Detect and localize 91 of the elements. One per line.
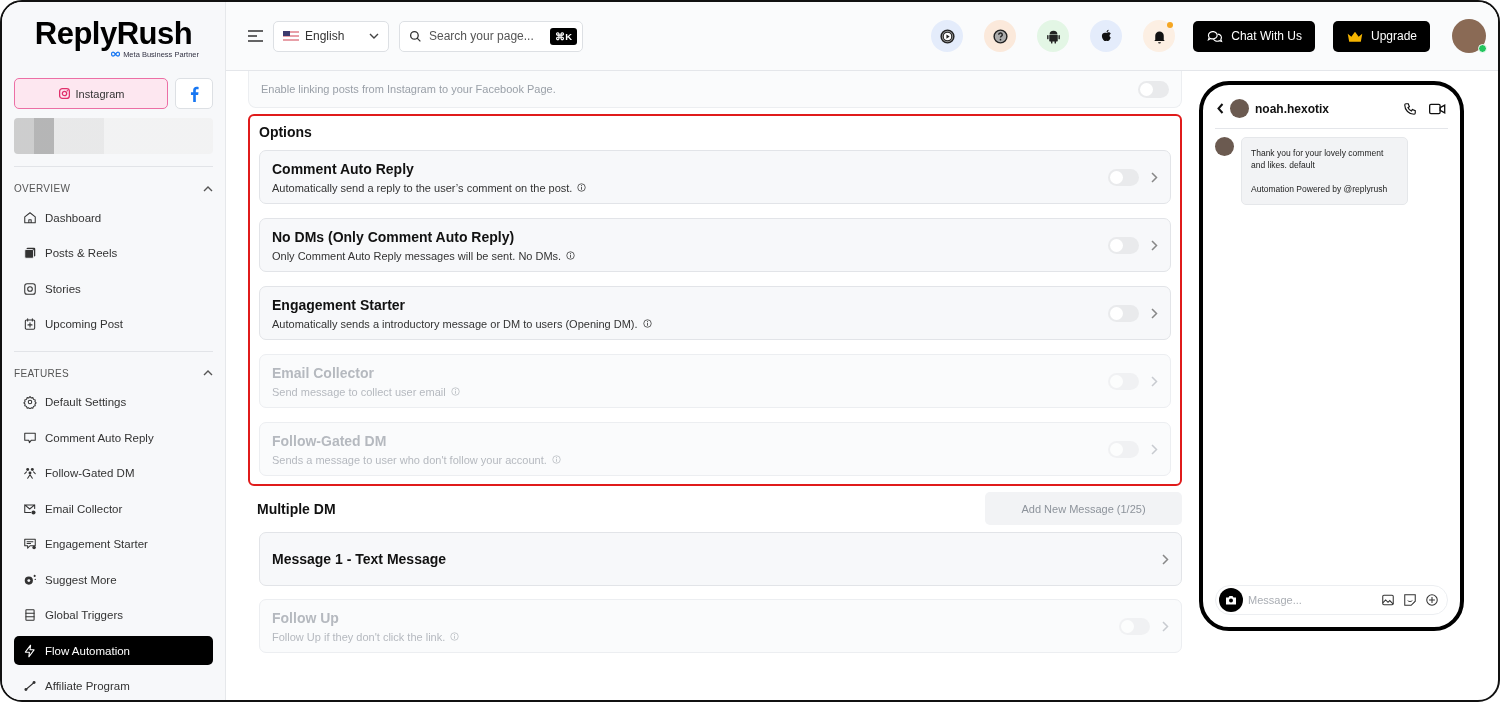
envelope-icon	[23, 501, 37, 516]
option-description: Sends a message to user who don't follow your account.	[272, 453, 547, 466]
info-icon	[551, 455, 561, 464]
option-title: No DMs (Only Comment Auto Reply)	[272, 228, 516, 245]
flag-icon	[283, 31, 299, 41]
camera-square-icon	[57, 87, 71, 100]
chevron-up-icon[interactable]	[203, 370, 213, 376]
option-title: Email Collector	[272, 364, 375, 381]
search-icon	[409, 29, 422, 43]
brand-logo: ReplyRush	[34, 17, 193, 50]
chevron-right-icon	[1151, 375, 1158, 387]
calendar-plus-icon	[23, 317, 37, 331]
section-heading: OVERVIEW	[14, 183, 71, 194]
help-icon[interactable]	[991, 27, 1009, 45]
info-icon	[566, 251, 576, 260]
letter-f-icon	[189, 85, 199, 102]
chevron-right-icon[interactable]	[1151, 239, 1158, 251]
option-description: Send message to collect user email	[272, 385, 446, 398]
play-circle-icon[interactable]	[938, 27, 956, 45]
chevron-up-icon[interactable]	[203, 185, 213, 192]
camera-icon	[1225, 595, 1237, 605]
info-icon	[642, 319, 652, 328]
menu-icon[interactable]	[248, 30, 263, 42]
option-description: Automatically send a reply to the user’s comment on the post.	[272, 181, 573, 194]
sidebar-item[interactable]: Default Settings	[14, 387, 213, 417]
section-title: Options	[259, 124, 313, 140]
sidebar-item[interactable]: Stories	[14, 274, 213, 303]
camera-square-icon	[23, 281, 37, 296]
info-icon	[450, 632, 460, 641]
info-icon	[450, 387, 460, 396]
sidebar-item[interactable]: Global Triggers	[14, 600, 213, 630]
sidebar-item[interactable]: Email Collector	[14, 494, 213, 523]
user-avatar[interactable]	[1452, 19, 1486, 53]
facebook-tab[interactable]	[175, 78, 213, 109]
plus-circle-icon[interactable]	[1425, 593, 1439, 607]
option-card[interactable]: Message 1 - Text Message	[259, 532, 1182, 586]
instagram-tab[interactable]: Instagram	[14, 78, 168, 109]
sidebar-item[interactable]: Suggest More	[14, 565, 213, 594]
sidebar-item[interactable]: Follow-Gated DM	[14, 458, 213, 488]
option-card[interactable]: Engagement Starter Automatically sends a introductory message or DM to users (Opening DM).	[259, 286, 1171, 340]
option-title: Message 1 - Text Message	[272, 551, 448, 567]
settings-icon	[23, 395, 37, 409]
chevron-right-icon[interactable]	[1162, 553, 1169, 565]
sidebar-item[interactable]: Flow Automation	[14, 636, 213, 665]
sidebar-item[interactable]: Upcoming Post	[14, 309, 213, 339]
setting-description: Enable linking posts from Instagram to your Facebook Page.	[261, 83, 556, 95]
chevron-right-icon	[1162, 620, 1169, 632]
video-camera-icon[interactable]	[1429, 102, 1446, 115]
gear-sparkle-icon	[23, 572, 37, 587]
message-field[interactable]: Message...	[1215, 585, 1448, 615]
image-stack-icon	[23, 246, 37, 260]
share-icon	[23, 679, 37, 693]
option-description: Only Comment Auto Reply messages will be sent. No DMs.	[272, 249, 562, 262]
people-icon	[23, 466, 37, 480]
option-title: Comment Auto Reply	[272, 160, 415, 177]
chevron-down-icon	[369, 33, 379, 39]
option-title: Follow-Gated DM	[272, 432, 388, 449]
sidebar-item[interactable]: Dashboard	[14, 203, 213, 232]
image-icon[interactable]	[1381, 593, 1395, 607]
message-bubble: Thank you for your lovely comment and likes. default Automation Powered by @replyrush	[1241, 137, 1408, 205]
info-icon	[577, 183, 587, 192]
sidebar-item[interactable]: Comment Auto Reply	[14, 423, 213, 452]
message-lines-icon	[23, 537, 37, 551]
profile-avatar	[1230, 99, 1249, 118]
list-icon	[23, 608, 37, 622]
option-description: Automatically sends a introductory message or DM to users (Opening DM).	[272, 317, 638, 330]
sidebar-item[interactable]: Engagement Starter	[14, 529, 213, 559]
option-title: Follow Up	[272, 609, 340, 626]
chat-button[interactable]: Chat With Us	[1193, 20, 1315, 52]
sidebar-item[interactable]: Affiliate Program	[14, 671, 213, 700]
option-description: Follow Up if they don't click the link.	[272, 630, 446, 643]
profile-avatar	[1215, 137, 1234, 156]
option-title: Engagement Starter	[272, 296, 407, 313]
option-card[interactable]: Comment Auto Reply Automatically send a reply to the user’s comment on the post.	[259, 150, 1171, 204]
language-dropdown[interactable]: English	[273, 20, 389, 52]
section-heading: FEATURES	[14, 367, 69, 379]
chat-bubbles-icon	[1206, 28, 1225, 44]
upgrade-button[interactable]: Upgrade	[1332, 20, 1430, 52]
chevron-right-icon[interactable]	[1151, 307, 1158, 319]
house-icon	[23, 210, 37, 225]
option-card[interactable]: No DMs (Only Comment Auto Reply) Only Comment Auto Reply messages will be sent. No DMs.	[259, 218, 1171, 272]
section-title: Multiple DM	[257, 500, 336, 517]
chevron-right-icon[interactable]	[1151, 171, 1158, 183]
phone-icon[interactable]	[1403, 101, 1417, 116]
lightning-icon	[23, 643, 37, 658]
speech-bubble-icon	[23, 430, 37, 445]
chevron-right-icon	[1151, 443, 1158, 455]
username: noah.hexotix	[1255, 101, 1330, 116]
sidebar-item[interactable]: Posts & Reels	[14, 238, 213, 268]
sticker-icon[interactable]	[1403, 593, 1417, 607]
infinity-icon	[110, 51, 122, 57]
